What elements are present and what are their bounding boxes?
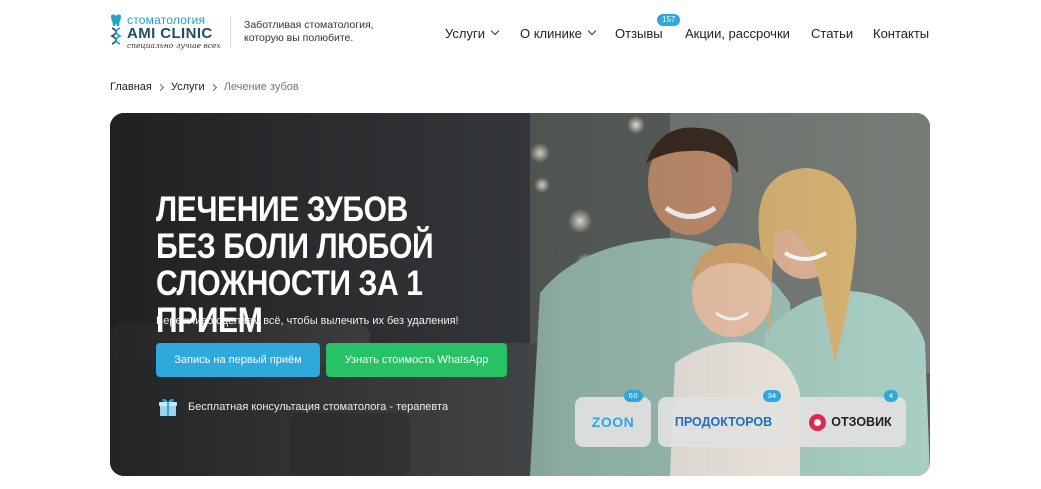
hero-title-line: сложности за 1 прием: [156, 264, 423, 340]
review-count-badge: 60: [623, 390, 643, 402]
hero-subtitle: Бережливо сделаем всё, чтобы вылечить их…: [156, 315, 459, 327]
book-appointment-button[interactable]: Запись на первый приём: [156, 343, 320, 377]
gift-icon: [159, 398, 177, 416]
nav-label: Отзывы: [615, 25, 663, 41]
site-header: стоматология AMI CLINIC специально лучше…: [0, 0, 1041, 64]
chevron-down-icon: [587, 26, 597, 36]
header-divider: [230, 16, 231, 48]
logo-slogan: специально лучше всех: [127, 41, 221, 50]
nav-item-articles[interactable]: Статьи: [811, 24, 853, 42]
otzovik-logo-icon: [809, 413, 827, 431]
breadcrumb-current: Лечение зубов: [223, 81, 299, 93]
nav-label: Акции, рассрочки: [685, 25, 790, 41]
prodoctorov-logo-text: ПРОДОКТОРОВ: [674, 415, 773, 429]
hero-banner: Лечение зубов без боли любой сложности з…: [110, 113, 930, 476]
zoon-logo-text: ZOON: [591, 414, 635, 430]
tooth-logo-icon: [110, 14, 122, 45]
nav-label: Услуги: [445, 25, 485, 41]
free-consultation-note: Бесплатная консультация стоматолога - те…: [158, 397, 448, 417]
review-count-badge: 34: [762, 390, 781, 402]
chevron-down-icon: [490, 26, 500, 36]
review-badge-otzovik[interactable]: ОТЗОВИК 4: [795, 390, 906, 447]
nav-item-reviews[interactable]: Отзывы: [615, 24, 663, 42]
nav-label: Статьи: [811, 25, 854, 41]
logo-name: AMI CLINIC: [127, 25, 213, 42]
nav-item-about[interactable]: О клинике: [520, 24, 597, 42]
chevron-right-icon: [209, 83, 217, 91]
hero-title-line: Лечение зубов: [156, 190, 408, 229]
chevron-right-icon: [156, 83, 164, 91]
otzovik-logo-text: ОТЗОВИК: [831, 415, 892, 429]
nav-label: Контакты: [873, 25, 930, 41]
breadcrumb: Главная Услуги Лечение зубов: [110, 81, 299, 93]
whatsapp-price-button[interactable]: Узнать стоимость WhatsApp: [326, 343, 507, 377]
reviews-count-badge: 157: [657, 14, 681, 26]
hero-title-line: без боли любой: [156, 227, 434, 266]
nav-item-contacts[interactable]: Контакты: [873, 24, 929, 42]
nav-item-promotions[interactable]: Акции, рассрочки: [685, 24, 790, 42]
nav-label: О клинике: [520, 25, 582, 41]
consultation-text: Бесплатная консультация стоматолога - те…: [188, 401, 449, 413]
breadcrumb-services-link[interactable]: Услуги: [171, 81, 205, 93]
review-count-badge: 4: [883, 390, 898, 402]
nav-item-services[interactable]: Услуги: [445, 24, 500, 42]
clinic-logo[interactable]: стоматология AMI CLINIC специально лучше…: [109, 14, 221, 50]
breadcrumb-home-link[interactable]: Главная: [110, 81, 152, 93]
review-badge-prodoctorov[interactable]: ПРОДОКТОРОВ 34: [658, 390, 789, 447]
header-tagline: Заботливая стоматология, которую вы полю…: [244, 19, 374, 44]
review-badge-zoon[interactable]: ZOON 60: [575, 390, 651, 447]
